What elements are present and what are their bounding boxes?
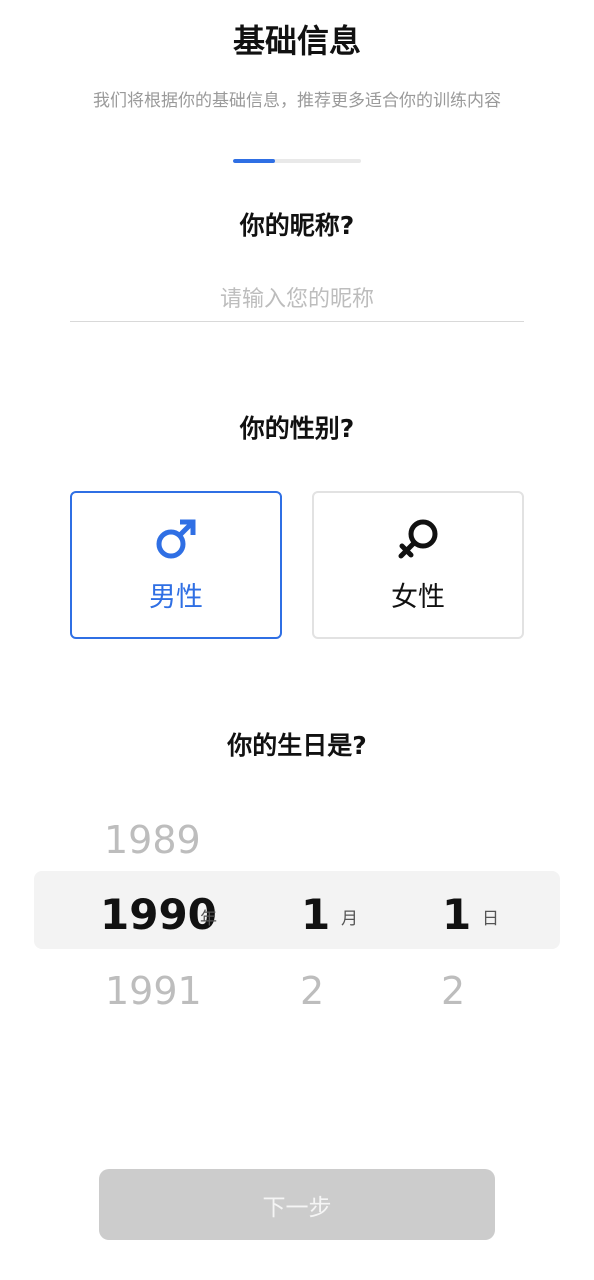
basic-info-page: 基础信息 我们将根据你的基础信息，推荐更多适合你的训练内容 你的昵称? 你的性别… [0, 0, 594, 1280]
month-option-next[interactable]: 2 [300, 972, 324, 1010]
gender-label-female: 女性 [391, 581, 445, 613]
day-option-next[interactable]: 2 [441, 972, 465, 1010]
next-step-button[interactable]: 下一步 [99, 1169, 495, 1240]
day-option-selected[interactable]: 1 [442, 894, 471, 936]
female-symbol-icon [398, 519, 438, 558]
gender-option-female[interactable]: 女性 [312, 491, 524, 639]
year-unit-label: 年 [200, 909, 217, 929]
birthday-question: 你的生日是? [227, 731, 367, 760]
step-progress-bar [233, 159, 361, 163]
gender-question: 你的性别? [239, 414, 355, 443]
nickname-input[interactable] [70, 278, 524, 322]
month-unit-label: 月 [341, 909, 358, 929]
gender-label-male: 男性 [149, 581, 203, 613]
page-title: 基础信息 [232, 22, 361, 60]
month-option-selected[interactable]: 1 [301, 894, 330, 936]
step-progress-fill [233, 159, 276, 163]
year-option-prev[interactable]: 1989 [104, 821, 201, 859]
nickname-question: 你的昵称? [239, 211, 355, 240]
day-unit-label: 日 [482, 909, 499, 929]
year-option-next[interactable]: 1991 [105, 972, 202, 1010]
page-subtitle: 我们将根据你的基础信息，推荐更多适合你的训练内容 [93, 91, 501, 111]
male-symbol-icon [156, 519, 196, 558]
gender-option-male[interactable]: 男性 [70, 491, 282, 639]
